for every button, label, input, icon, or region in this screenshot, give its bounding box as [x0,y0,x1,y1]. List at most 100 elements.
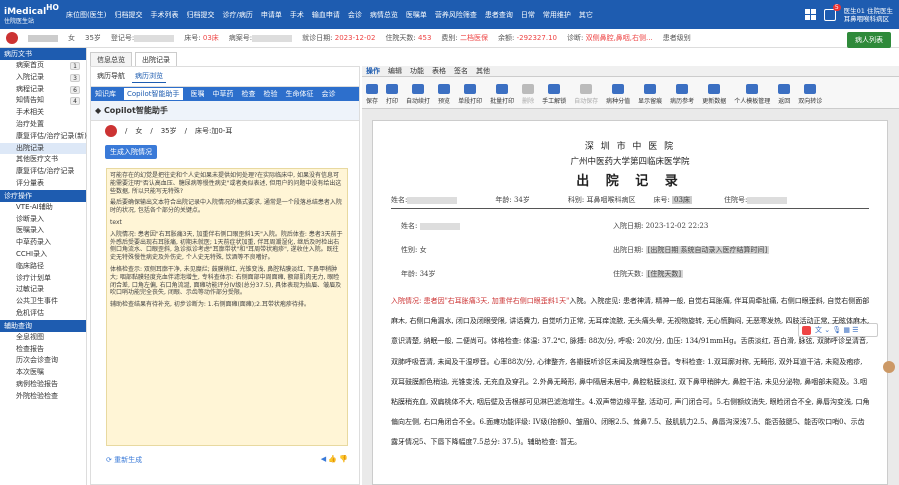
top-menu-item[interactable]: 医嘱单 [402,10,431,20]
top-menu-item[interactable]: 手术 [286,10,308,20]
assistant-avatar[interactable] [883,361,895,373]
sidebar-item[interactable]: 危机评估 [0,308,86,320]
toolbar-label: 个人模板管理 [734,98,771,105]
top-menu-item[interactable]: 其它 [575,10,597,20]
sidebar-item[interactable]: 本次医嘱 [0,367,86,379]
toolbar-button[interactable]: 打印 [382,84,402,105]
toolbar-button[interactable]: 显示留痕 [634,84,666,105]
sidebar-item[interactable]: 临床路径 [0,261,86,273]
sidebar-item[interactable]: 医嘱录入 [0,225,86,237]
toolbar-button[interactable]: 返回 [774,84,794,105]
editor-tab[interactable]: 其他 [476,66,490,76]
tool-tab[interactable]: 生命体征 [286,89,314,99]
patient-list-button[interactable]: 病人列表 [847,32,891,48]
sidebar-item[interactable]: 过敏记录 [0,284,86,296]
toolbar-icon [366,84,378,94]
sidebar-item[interactable]: 公共卫生事件 [0,296,86,308]
toolbar-button[interactable]: 更新数据 [698,84,730,105]
copilot-title: ◆ Copilot智能助手 [91,101,359,121]
tool-tab[interactable]: Copilot智能助手 [124,88,183,100]
top-menu-item[interactable]: 诊疗/病历 [218,10,256,20]
sidebar-item[interactable]: 历次会诊查询 [0,355,86,367]
record-tab[interactable]: 病历浏览 [132,70,166,83]
toolbar-button[interactable]: 删除 [518,84,538,105]
top-menu-item[interactable]: 病情总览 [366,10,402,20]
sidebar-head: 诊疗操作 [0,189,86,202]
user-info[interactable]: 医生01 住院医生 耳鼻咽喉科病区 [844,7,893,23]
sidebar-item[interactable]: 诊断录入 [0,214,86,226]
top-menu-item[interactable]: 营养风险筛查 [431,10,481,20]
toolbar-button[interactable]: 批量打印 [486,84,518,105]
sidebar-item[interactable]: 外院检验检查 [0,391,86,403]
document-title: 出 院 记 录 [576,174,684,189]
toolbar-button[interactable]: 自动续打 [402,84,434,105]
regenerate-button[interactable]: ⟳ 重新生成 [106,455,142,465]
toolbar-button[interactable]: 保存 [362,84,382,105]
sidebar-item[interactable]: 中草药录入 [0,237,86,249]
message-icon[interactable]: 5 [823,3,841,21]
top-menu-item[interactable]: 床位图(医生) [62,10,110,20]
toolbar-button[interactable]: 自动保存 [570,84,602,105]
editor-tab[interactable]: 功能 [410,66,424,76]
sidebar-item[interactable]: CCHI录入 [0,249,86,261]
toolbar-button[interactable]: 单段打印 [454,84,486,105]
top-bar: iMedicalHO 住院医生站 床位图(医生) 归档提交 手术列表 归档提交 诊疗/病… [0,0,899,29]
toolbar-button[interactable]: 预览 [434,84,454,105]
toolbar-icon [746,84,759,94]
generate-admission-button[interactable]: 生成入院情况 [105,145,157,159]
sidebar-item-label: 治疗处置 [16,119,44,128]
tool-tab[interactable]: 会诊 [322,89,336,99]
top-menu-item[interactable]: 归档提交 [110,10,146,20]
sidebar-item[interactable]: 病例检验报告 [0,379,86,391]
toolbar-button[interactable]: 双向转诊 [794,84,826,105]
sidebar-item[interactable]: 康复评估/治疗记录(新) [0,131,87,143]
apps-grid-icon[interactable] [804,9,816,20]
document-page[interactable]: 深 圳 市 中 医 院 广州中医药大学第四临床医学院 出 院 记 录 姓名: 年… [372,120,888,485]
sidebar-item[interactable]: 诊疗计划单 [0,273,86,285]
tool-tab[interactable]: 医嘱 [191,89,205,99]
feedback-icons[interactable]: ◀ 👍 👎 [321,455,348,465]
record-tab[interactable]: 病历导航 [94,70,128,83]
toolbar-button[interactable]: 个人模板管理 [730,84,774,105]
sidebar-item[interactable]: 出院记录 [0,142,86,155]
tool-tab[interactable]: 检查 [242,89,256,99]
tool-tab[interactable]: 检验 [264,89,278,99]
editor-tab[interactable]: 签名 [454,66,468,76]
top-menu-item[interactable]: 患者查询 [481,10,517,20]
toolbar-label: 更新数据 [702,98,727,105]
top-menu-item[interactable]: 输血申请 [308,10,344,20]
editor-tab[interactable]: 表格 [432,66,446,76]
tool-tab[interactable]: 中草药 [213,89,234,99]
sidebar-item[interactable]: 入院记录 3 [0,72,86,84]
sidebar-item[interactable]: 病案首页 1 [0,60,86,72]
sidebar-item-label: 手术相关 [16,108,44,117]
sidebar-item[interactable]: 病程记录 6 [0,84,86,96]
sidebar-item[interactable]: 评分量表 [0,178,86,190]
editor-tab[interactable]: 操作 [366,66,380,76]
sidebar-item[interactable]: 全息视图 [0,332,86,344]
sidebar-item[interactable]: 检查报告 [0,344,86,356]
toolbar-button[interactable]: 病种分值 [602,84,634,105]
top-menu-item[interactable]: 常用维护 [539,10,575,20]
editor-tab[interactable]: 编辑 [388,66,402,76]
sidebar-item-label: 评分量表 [16,178,44,187]
message-badge: 5 [832,3,841,11]
record-tabs: 病历导航 病历浏览 [91,67,359,87]
toolbar-button[interactable]: 病历参考 [666,84,698,105]
admission-text[interactable]: 入院情况: 患者因"右耳胀痛3天, 加重伴右侧口眼歪斜1天"入院。入院症见: 患… [391,291,871,453]
sidebar-item[interactable]: 手术相关 [0,107,86,119]
toolbar-icon [438,84,451,94]
toolbar-label: 手工解锁 [542,98,567,105]
sidebar-item[interactable]: 知情告知 4 [0,95,86,107]
top-menu-item[interactable]: 归档提交 [182,10,218,20]
toolbar-button[interactable]: 手工解锁 [538,84,570,105]
sidebar-item[interactable]: 其他医疗文书 [0,154,86,166]
top-menu-item[interactable]: 申请单 [257,10,286,20]
top-menu-item[interactable]: 会诊 [344,10,366,20]
sidebar-item[interactable]: 治疗处置 [0,119,86,131]
tool-tab[interactable]: 知识库 [95,89,116,99]
sidebar-item[interactable]: VTE-AI辅助 [0,202,86,214]
top-menu-item[interactable]: 手术列表 [146,10,182,20]
sidebar-item[interactable]: 康复评估/治疗记录 [0,166,86,178]
top-menu-item[interactable]: 日常 [517,10,539,20]
